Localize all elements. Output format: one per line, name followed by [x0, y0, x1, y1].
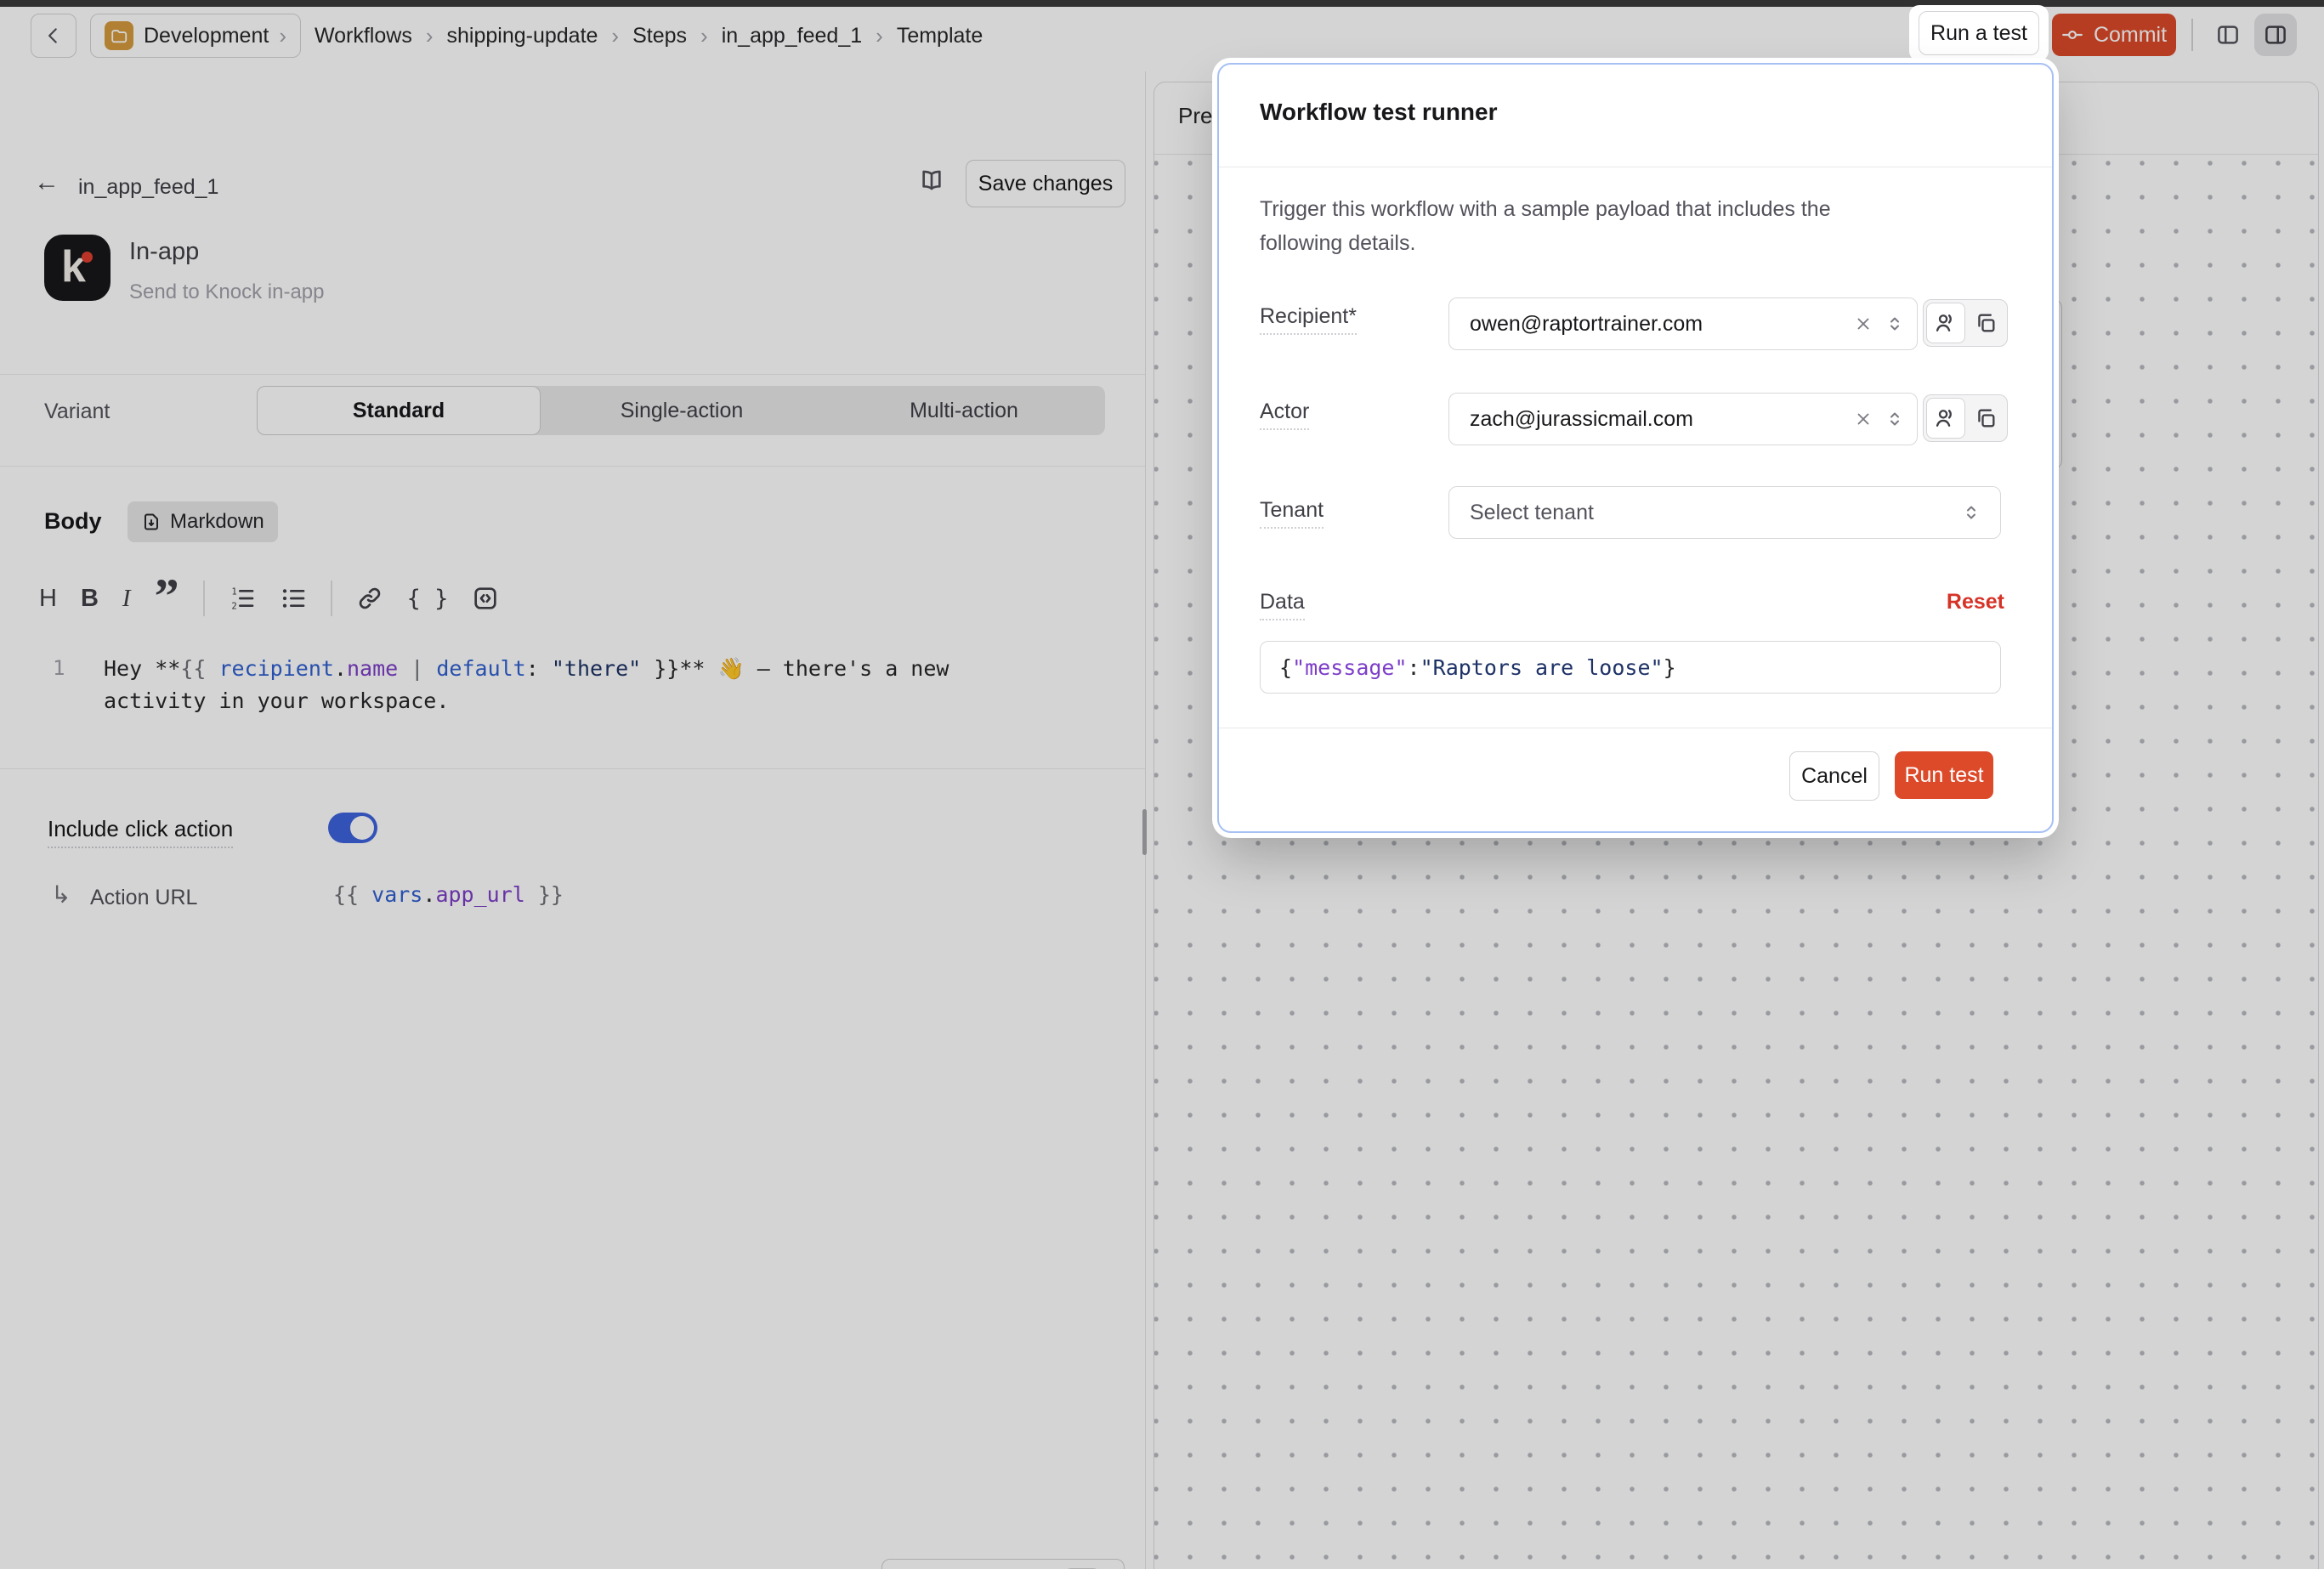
actor-mode-switcher — [1923, 394, 2008, 442]
user-icon — [1934, 406, 1958, 430]
recipient-input[interactable] — [1449, 312, 1854, 337]
run-a-test-anchor: Run a test — [1909, 5, 2049, 61]
tenant-placeholder: Select tenant — [1470, 501, 1594, 525]
modal-title: Workflow test runner — [1260, 99, 1498, 126]
data-label: Data — [1260, 590, 1305, 620]
clear-icon[interactable] — [1854, 410, 1873, 428]
chevron-updown-icon — [1961, 502, 1981, 523]
modal-description: Trigger this workflow with a sample payl… — [1260, 192, 1914, 260]
recipient-mode-switcher — [1923, 299, 2008, 347]
workflow-test-runner-modal: Workflow test runner Trigger this workfl… — [1217, 63, 2054, 833]
copy-icon — [1974, 406, 1998, 430]
app-window: Development › Workflows › shipping-updat… — [0, 0, 2324, 1569]
recipient-combobox[interactable] — [1448, 297, 1918, 350]
tenant-label: Tenant — [1260, 498, 1324, 529]
chevron-updown-icon[interactable] — [1885, 409, 1905, 429]
data-json-input[interactable]: {"message": "Raptors are loose"} — [1260, 641, 2001, 694]
json-mode-button[interactable] — [1967, 303, 2004, 343]
run-test-button[interactable]: Run test — [1895, 751, 1993, 799]
actor-label: Actor — [1260, 399, 1309, 430]
user-select-mode-button[interactable] — [1926, 398, 1965, 439]
copy-icon — [1974, 311, 1998, 335]
actor-input[interactable] — [1449, 407, 1854, 432]
user-icon — [1934, 311, 1958, 335]
cancel-button[interactable]: Cancel — [1789, 751, 1879, 801]
tenant-select[interactable]: Select tenant — [1448, 486, 2001, 539]
user-select-mode-button[interactable] — [1926, 303, 1965, 343]
run-a-test-button[interactable]: Run a test — [1919, 11, 2039, 55]
actor-combobox[interactable] — [1448, 393, 1918, 445]
chevron-updown-icon[interactable] — [1885, 314, 1905, 334]
clear-icon[interactable] — [1854, 314, 1873, 333]
recipient-label: Recipient* — [1260, 304, 1357, 335]
reset-link[interactable]: Reset — [1947, 590, 2004, 615]
json-mode-button[interactable] — [1967, 399, 2004, 438]
